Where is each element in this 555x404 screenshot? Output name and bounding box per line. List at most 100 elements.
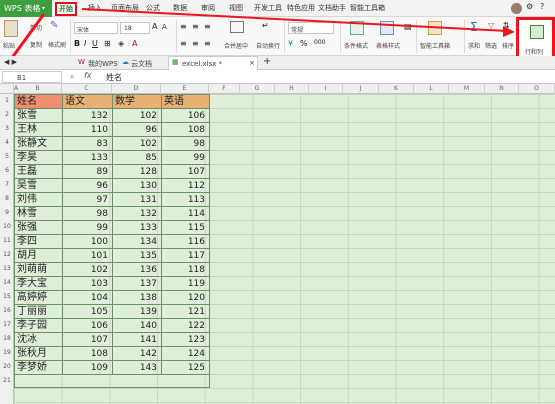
table-cell[interactable]: 108 [63,347,113,361]
table-cell[interactable]: 89 [63,165,113,179]
table-cell[interactable]: 丁丽丽 [15,305,63,319]
table-cell[interactable]: 李子园 [15,319,63,333]
table-cell[interactable]: 李梦娇 [15,361,63,375]
table-cell[interactable]: 96 [113,123,162,137]
column-header-d[interactable]: D [112,84,161,94]
table-cell[interactable]: 143 [113,361,162,375]
table-cell[interactable]: 99 [63,221,113,235]
table-cell[interactable]: 130 [113,179,162,193]
header-cell[interactable]: 语文 [63,95,113,109]
row-header[interactable]: 2 [0,108,14,122]
table-cell[interactable]: 107 [63,333,113,347]
column-header-b[interactable]: B [14,84,62,94]
table-cell[interactable]: 103 [63,277,113,291]
table-cell[interactable]: 108 [162,123,210,137]
table-cell[interactable]: 85 [113,151,162,165]
table-cell[interactable]: 138 [113,291,162,305]
table-cell[interactable]: 136 [113,263,162,277]
tab-my-wps[interactable]: 我的WPS [88,59,118,69]
table-cell[interactable]: 王林 [15,123,63,137]
table-cell[interactable]: 102 [113,109,162,123]
table-cell[interactable]: 132 [113,207,162,221]
table-cell[interactable]: 张强 [15,221,63,235]
row-header[interactable]: 19 [0,346,14,360]
table-cell[interactable]: 105 [63,305,113,319]
row-header[interactable]: 9 [0,206,14,220]
table-cell[interactable]: 135 [113,249,162,263]
row-header[interactable]: 5 [0,150,14,164]
table-cell[interactable]: 96 [63,179,113,193]
table-cell[interactable]: 林雪 [15,207,63,221]
column-header-h[interactable]: H [275,84,309,94]
table-cell[interactable]: 王磊 [15,165,63,179]
table-cell[interactable]: 134 [113,235,162,249]
table-cell[interactable]: 125 [162,361,210,375]
table-cell[interactable]: 120 [162,291,210,305]
column-header-l[interactable]: L [414,84,449,94]
table-cell[interactable]: 141 [113,333,162,347]
table-cell[interactable]: 101 [63,249,113,263]
table-cell[interactable]: 97 [63,193,113,207]
table-cell[interactable]: 140 [113,319,162,333]
formula-input[interactable]: 姓名 [106,72,122,83]
table-cell[interactable]: 83 [63,137,113,151]
column-header-o[interactable]: O [519,84,555,94]
table-cell[interactable]: 李昊 [15,151,63,165]
table-cell[interactable]: 116 [162,235,210,249]
table-cell[interactable]: 112 [162,179,210,193]
column-header-f[interactable]: F [209,84,240,94]
name-box[interactable]: B1 [2,71,62,83]
row-header[interactable]: 14 [0,276,14,290]
table-cell[interactable]: 133 [113,221,162,235]
table-cell[interactable]: 104 [63,291,113,305]
row-header[interactable]: 8 [0,192,14,206]
table-cell[interactable]: 118 [162,263,210,277]
select-all-corner[interactable] [0,84,14,94]
row-header[interactable]: 18 [0,332,14,346]
row-header[interactable]: 15 [0,290,14,304]
table-cell[interactable]: 107 [162,165,210,179]
table-cell[interactable]: 124 [162,347,210,361]
table-cell[interactable]: 高婷婷 [15,291,63,305]
table-cell[interactable]: 刘萌萌 [15,263,63,277]
table-cell[interactable]: 106 [162,109,210,123]
table-cell[interactable]: 113 [162,193,210,207]
row-header[interactable]: 12 [0,248,14,262]
table-cell[interactable]: 119 [162,277,210,291]
table-cell[interactable]: 131 [113,193,162,207]
table-cell[interactable]: 121 [162,305,210,319]
row-header[interactable]: 1 [0,94,14,108]
tab-excel-file[interactable]: ▦ excel.xlsx * × [168,56,258,70]
tab-cloud-docs[interactable]: 云文档 [131,59,152,69]
table-cell[interactable]: 98 [162,137,210,151]
table-cell[interactable]: 沈冰 [15,333,63,347]
row-header[interactable]: 3 [0,122,14,136]
close-icon[interactable]: × [249,59,255,67]
zoom-icon[interactable]: ⌕ [70,72,74,82]
row-header[interactable]: 4 [0,136,14,150]
table-cell[interactable]: 100 [63,235,113,249]
column-header-i[interactable]: I [309,84,343,94]
row-header[interactable]: 10 [0,220,14,234]
table-cell[interactable]: 142 [113,347,162,361]
row-header[interactable]: 20 [0,360,14,374]
header-cell[interactable]: 英语 [162,95,210,109]
column-header-g[interactable]: G [240,84,275,94]
table-cell[interactable]: 109 [63,361,113,375]
row-header[interactable]: 11 [0,234,14,248]
table-cell[interactable]: 115 [162,221,210,235]
table-cell[interactable]: 123 [162,333,210,347]
table-cell[interactable]: 132 [63,109,113,123]
column-header-e[interactable]: E [161,84,209,94]
table-cell[interactable]: 114 [162,207,210,221]
table-cell[interactable]: 122 [162,319,210,333]
table-cell[interactable]: 98 [63,207,113,221]
table-cell[interactable]: 106 [63,319,113,333]
row-header[interactable]: 21 [0,374,14,388]
new-tab-button[interactable]: + [263,56,271,67]
table-cell[interactable]: 李四 [15,235,63,249]
table-cell[interactable]: 张雪 [15,109,63,123]
table-cell[interactable]: 刘伟 [15,193,63,207]
table-cell[interactable]: 102 [113,137,162,151]
table-cell[interactable]: 102 [63,263,113,277]
